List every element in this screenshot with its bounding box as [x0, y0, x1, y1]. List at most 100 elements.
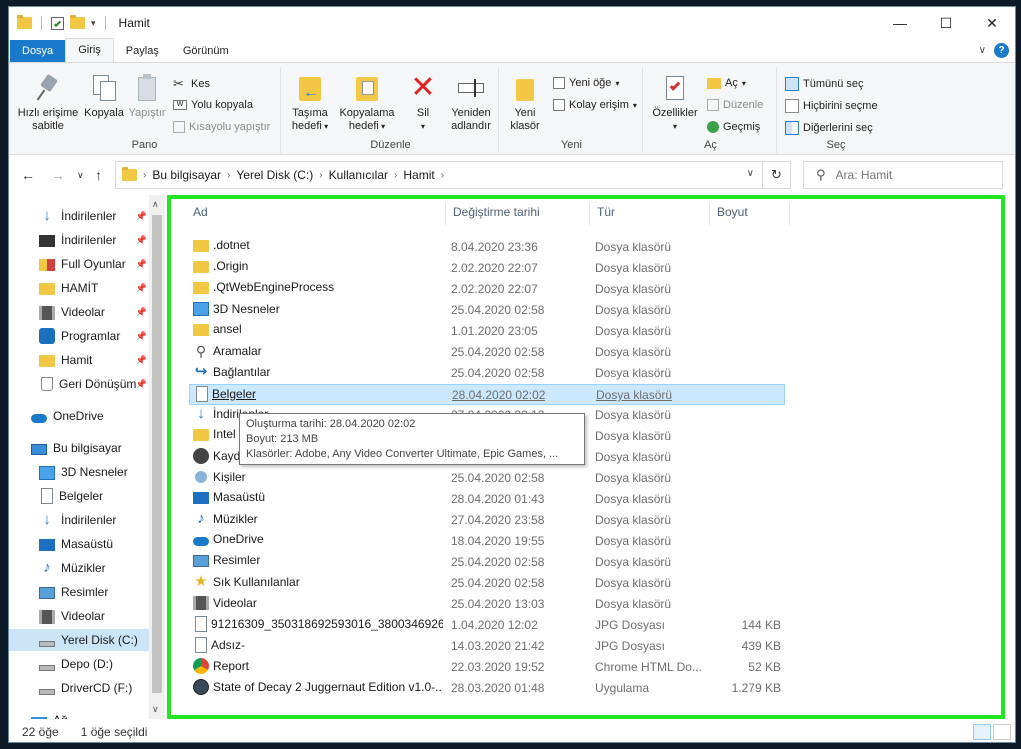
- scrollbar-thumb[interactable]: [152, 215, 162, 693]
- file-row[interactable]: ↪ Bağlantılar 25.04.2020 02:58 Dosya klasör…: [189, 363, 785, 384]
- forward-button[interactable]: →: [51, 167, 65, 183]
- file-row[interactable]: .QtWebEngineProcess 2.02.2020 22:07 Dosya …: [189, 279, 785, 300]
- select-none-button[interactable]: Hiçbirini seçme: [785, 99, 878, 113]
- nav-item[interactable]: ♪ Müzikler: [9, 557, 149, 579]
- close-button[interactable]: ✕: [969, 7, 1015, 39]
- rename-button[interactable]: Yeniden adlandır: [445, 73, 497, 133]
- refresh-button[interactable]: ↻: [762, 162, 790, 188]
- nav-item[interactable]: Hamit 📌: [9, 349, 149, 371]
- nav-item[interactable]: Geri Dönüşüm 📌: [9, 373, 149, 395]
- copy-to-button[interactable]: Kopyalama hedefi ▾: [337, 73, 397, 133]
- details-view-button[interactable]: [973, 724, 991, 740]
- back-button[interactable]: ←: [21, 167, 35, 183]
- folder-icon[interactable]: [17, 15, 32, 29]
- file-row[interactable]: Resimler 25.04.2020 02:58 Dosya klasörü: [189, 552, 785, 573]
- search-box[interactable]: ⚲: [803, 161, 1003, 189]
- file-row[interactable]: ⚲ Aramalar 25.04.2020 02:58 Dosya klasörü: [189, 342, 785, 363]
- nav-item[interactable]: DriverCD (F:): [9, 677, 149, 699]
- nav-item[interactable]: ↓ İndirilenler 📌: [9, 205, 149, 227]
- move-to-button[interactable]: ← Taşıma hedefi ▾: [285, 73, 335, 133]
- file-row[interactable]: Adsız- 14.03.2020 21:42 JPG Dosyası 439 KB: [189, 636, 785, 657]
- quick-access-dropdown-icon[interactable]: ▾: [91, 18, 96, 29]
- file-row[interactable]: Belgeler 28.04.2020 02:02 Dosya klasörü: [189, 384, 785, 405]
- chevron-right-icon[interactable]: ›: [319, 170, 322, 181]
- column-header-date[interactable]: Değiştirme tarihi: [453, 205, 540, 225]
- file-row[interactable]: 91216309_350318692593016_38003469264... 1…: [189, 615, 785, 636]
- edit-button[interactable]: Düzenle: [707, 99, 763, 111]
- nav-item[interactable]: Depo (D:): [9, 653, 149, 675]
- cut-button[interactable]: ✂ Kes: [173, 77, 210, 91]
- pin-icon[interactable]: 📌: [136, 235, 147, 246]
- invert-selection-button[interactable]: Diğerlerini seç: [785, 121, 873, 135]
- pin-icon[interactable]: 📌: [136, 355, 147, 366]
- nav-item[interactable]: ↓ İndirilenler: [9, 509, 149, 531]
- open-button[interactable]: Aç ▾: [707, 77, 746, 89]
- new-folder-button[interactable]: Yeni klasör: [505, 73, 545, 133]
- breadcrumb-hamit[interactable]: Hamit: [403, 168, 434, 182]
- new-item-button[interactable]: Yeni öğe ▾: [553, 77, 619, 89]
- chevron-right-icon[interactable]: ›: [394, 170, 397, 181]
- pin-icon[interactable]: 📌: [136, 283, 147, 294]
- breadcrumb-yerel-disk[interactable]: Yerel Disk (C:): [236, 168, 313, 182]
- help-icon[interactable]: ?: [994, 43, 1009, 58]
- file-row[interactable]: .dotnet 8.04.2020 23:36 Dosya klasörü: [189, 237, 785, 258]
- pin-icon[interactable]: 📌: [136, 259, 147, 270]
- nav-scrollbar[interactable]: ∧ ∨: [149, 195, 165, 719]
- pin-icon[interactable]: 📌: [136, 211, 147, 222]
- column-header-type[interactable]: Tür: [597, 205, 615, 225]
- pin-icon[interactable]: 📌: [136, 307, 147, 318]
- tab-gorunum[interactable]: Görünüm: [171, 40, 241, 62]
- chevron-right-icon[interactable]: ›: [441, 170, 444, 181]
- column-divider[interactable]: [589, 203, 590, 225]
- tab-giris[interactable]: Giriş: [65, 38, 114, 62]
- nav-item[interactable]: Videolar: [9, 605, 149, 627]
- breadcrumb-bu-bilgisayar[interactable]: Bu bilgisayar: [152, 168, 221, 182]
- scroll-down-chevron-icon[interactable]: ∨: [152, 704, 159, 715]
- history-button[interactable]: Geçmiş: [707, 121, 760, 133]
- delete-button[interactable]: ✕ Sil ▾: [405, 73, 441, 133]
- properties-quick-icon[interactable]: [51, 16, 64, 30]
- file-row[interactable]: State of Decay 2 Juggernaut Edition v1.0…: [189, 678, 785, 699]
- up-button[interactable]: ↑: [95, 167, 102, 183]
- new-folder-quick-icon[interactable]: [70, 15, 85, 29]
- file-row[interactable]: ansel 1.01.2020 23:05 Dosya klasörü: [189, 321, 785, 342]
- nav-item[interactable]: Resimler: [9, 581, 149, 603]
- address-field[interactable]: › Bu bilgisayar › Yerel Disk (C:) › Kull…: [115, 161, 791, 189]
- nav-item[interactable]: Videolar 📌: [9, 301, 149, 323]
- pin-quick-access-button[interactable]: Hızlı erişime sabitle: [13, 73, 83, 133]
- file-row[interactable]: Report 22.03.2020 19:52 Chrome HTML Do... 5…: [189, 657, 785, 678]
- address-dropdown-chevron-down-icon[interactable]: ∨: [747, 168, 754, 179]
- nav-item[interactable]: Masaüstü: [9, 533, 149, 555]
- chevron-down-icon[interactable]: ∨: [979, 45, 986, 56]
- column-divider[interactable]: [709, 203, 710, 225]
- properties-button[interactable]: Özellikler ▾: [649, 73, 701, 133]
- nav-item[interactable]: OneDrive: [9, 405, 149, 427]
- column-divider[interactable]: [789, 203, 790, 225]
- file-row[interactable]: Masaüstü 28.04.2020 01:43 Dosya klasörü: [189, 489, 785, 510]
- tab-paylas[interactable]: Paylaş: [114, 40, 171, 62]
- file-row[interactable]: ♪ Müzikler 27.04.2020 23:58 Dosya klasörü: [189, 510, 785, 531]
- nav-item[interactable]: 3D Nesneler: [9, 461, 149, 483]
- minimize-button[interactable]: —: [877, 7, 923, 39]
- file-row[interactable]: 3D Nesneler 25.04.2020 02:58 Dosya klasörü: [189, 300, 785, 321]
- paste-shortcut-button[interactable]: Kısayolu yapıştır: [173, 121, 270, 133]
- nav-item[interactable]: Belgeler: [9, 485, 149, 507]
- pin-icon[interactable]: 📌: [136, 379, 147, 390]
- column-divider[interactable]: [445, 203, 446, 225]
- nav-item[interactable]: HAMİT 📌: [9, 277, 149, 299]
- file-row[interactable]: Kişiler 25.04.2020 02:58 Dosya klasörü: [189, 468, 785, 489]
- nav-item[interactable]: Yerel Disk (C:): [9, 629, 149, 651]
- pin-icon[interactable]: 📌: [136, 331, 147, 342]
- scroll-up-chevron-icon[interactable]: ∧: [152, 199, 159, 210]
- file-row[interactable]: .Origin 2.02.2020 22:07 Dosya klasörü: [189, 258, 785, 279]
- copy-path-button[interactable]: W Yolu kopyala: [173, 99, 253, 111]
- chevron-right-icon[interactable]: ›: [227, 170, 230, 181]
- search-input[interactable]: [835, 168, 986, 182]
- large-icons-view-button[interactable]: [993, 724, 1011, 740]
- maximize-button[interactable]: ☐: [923, 7, 969, 39]
- copy-button[interactable]: Kopyala: [81, 73, 127, 120]
- recent-locations-chevron-down-icon[interactable]: ∨: [77, 170, 84, 181]
- paste-button[interactable]: Yapıştır: [125, 73, 169, 120]
- easy-access-button[interactable]: Kolay erişim ▾: [553, 99, 637, 111]
- file-row[interactable]: OneDrive 18.04.2020 19:55 Dosya klasörü: [189, 531, 785, 552]
